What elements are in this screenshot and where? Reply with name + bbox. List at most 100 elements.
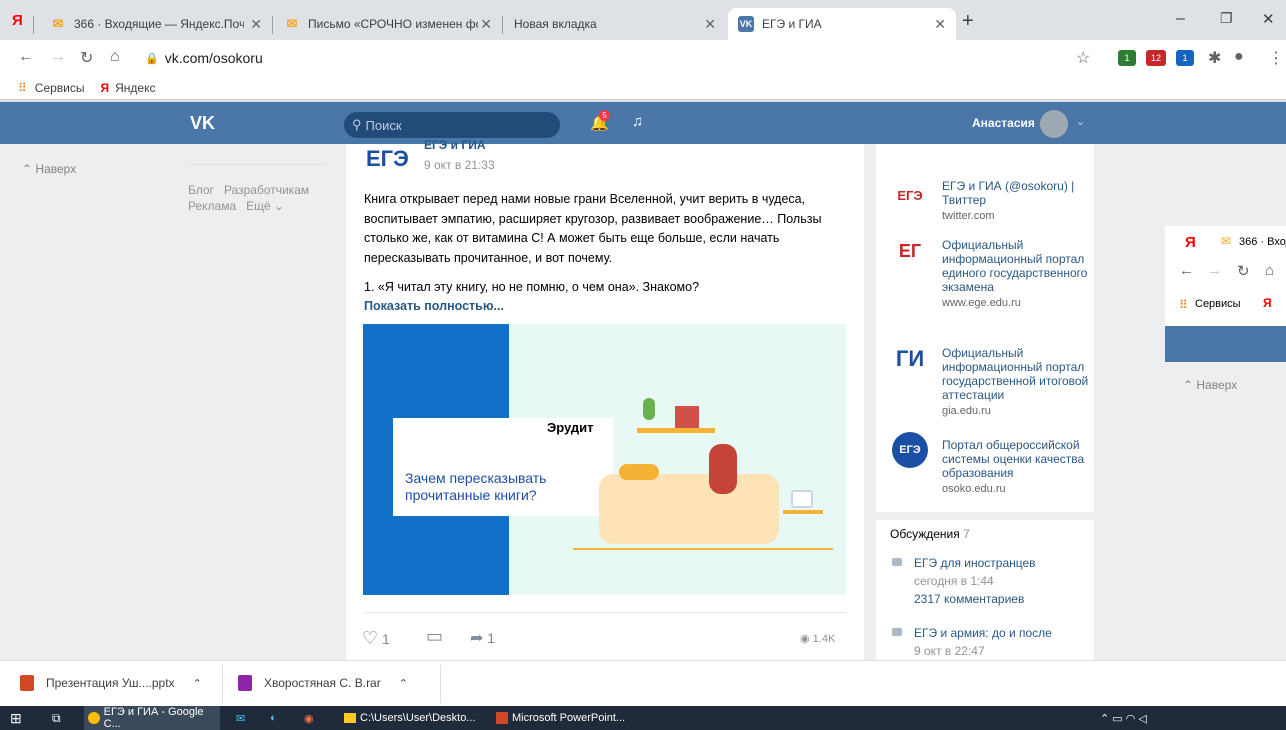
post-author[interactable]: ЕГЭ и ГИА	[424, 138, 485, 152]
firefox-icon[interactable]: ◉	[304, 706, 314, 730]
tab-yandex-mail[interactable]: ✉ 366 · Входящие — Яндекс.Почта ✕	[40, 8, 272, 40]
mail-icon: ✉	[52, 16, 64, 31]
notif-badge: 5	[599, 110, 610, 121]
link-twitter[interactable]: ЕГЭ и ГИА (@osokoru) | Твиттер twitter.c…	[942, 179, 1092, 223]
close-window-button[interactable]: ✕	[1262, 10, 1275, 28]
user-name[interactable]: Анастасия	[972, 116, 1035, 130]
edge-icon[interactable]: ◐	[270, 706, 277, 730]
home-icon[interactable]: ⌂	[110, 48, 120, 66]
second-browser-window[interactable]: Я ✉ 366 · Вход ← → ↻ ⌂ ⠿ Сервисы Я ⌃ Нав…	[1165, 226, 1286, 660]
back-icon[interactable]: ←	[18, 48, 34, 66]
post-text: Книга открывает перед нами новые грани В…	[364, 192, 822, 265]
footer-link-more[interactable]: Ещё	[246, 199, 271, 213]
section-divider	[876, 512, 1094, 520]
search-input[interactable]: ⚲ Поиск	[344, 112, 560, 138]
illustration-cup	[791, 490, 813, 508]
wall-post: ЕГЭ ЕГЭ и ГИА 9 окт в 21:33 Книга открыв…	[346, 138, 864, 660]
link-ege[interactable]: Официальный информационный портал единог…	[942, 238, 1092, 310]
taskbar-chrome[interactable]: ЕГЭ и ГИА - Google C...	[84, 706, 220, 730]
footer-link-blog[interactable]: Блог	[188, 183, 214, 197]
task-view-icon[interactable]: ⧉	[52, 706, 61, 730]
bookmark-yandex[interactable]: Яндекс	[115, 81, 155, 95]
minimize-button[interactable]: –	[1176, 10, 1185, 28]
illustration-table	[783, 510, 823, 514]
image-brand: Эрудит	[547, 420, 594, 435]
tab-new-tab[interactable]: Новая вкладка ✕	[504, 8, 726, 40]
taskbar-explorer[interactable]: C:\Users\User\Deskto...	[340, 706, 486, 730]
footer-link-dev[interactable]: Разработчикам	[224, 183, 309, 197]
link-osoko[interactable]: Портал общероссийской системы оценки кач…	[942, 438, 1092, 496]
reload-icon[interactable]: ↻	[80, 48, 93, 68]
taskbar-powerpoint[interactable]: Microsoft PowerPoint...	[492, 706, 628, 730]
comment-button[interactable]: ▭	[426, 626, 443, 647]
link-gia[interactable]: Официальный информационный портал госуда…	[942, 346, 1092, 418]
illustration-sofa	[599, 474, 779, 544]
menu-icon[interactable]: ⋮	[1268, 48, 1284, 68]
download-item[interactable]: Презентация Уш....pptx ⌃	[20, 675, 202, 691]
mail-app-icon[interactable]: ✉	[236, 706, 245, 730]
maximize-button[interactable]: ❐	[1220, 10, 1233, 27]
tab-label: ЕГЭ и ГИА	[762, 17, 822, 31]
bookmark-services[interactable]: Сервисы	[35, 81, 85, 95]
vk-logo[interactable]: VK	[190, 113, 215, 134]
chevron-up-icon[interactable]: ⌃	[399, 677, 408, 690]
yandex-logo-icon[interactable]: Я	[12, 12, 23, 29]
like-button[interactable]: ♡ 1	[362, 628, 390, 649]
footer-link-ads[interactable]: Реклама	[188, 199, 236, 213]
links-column: ЕГЭ ЕГЭ и ГИА (@osokoru) | Твиттер twitt…	[876, 144, 1094, 660]
extension-icon[interactable]: 12	[1146, 50, 1166, 66]
avatar[interactable]	[1040, 110, 1068, 138]
share-button[interactable]: ➦ 1	[470, 628, 495, 648]
apps-icon: ⠿	[1179, 298, 1188, 312]
discussion-item[interactable]: ЕГЭ и армия: до и после 9 окт в 22:47	[914, 624, 1052, 660]
profile-icon[interactable]: ●	[1234, 48, 1244, 66]
new-tab-button[interactable]: +	[962, 10, 974, 33]
home-icon[interactable]: ⌂	[1265, 262, 1274, 279]
forward-icon[interactable]: →	[1207, 262, 1222, 279]
illustration-books	[675, 406, 699, 428]
rar-file-icon	[238, 675, 252, 691]
back-to-top[interactable]: ⌃ Наверх	[22, 162, 76, 176]
eye-icon: ◉	[800, 633, 810, 645]
tab-letter[interactable]: ✉ Письмо «СРОЧНО изменен фор ✕	[274, 8, 502, 40]
second-vk-header	[1165, 326, 1286, 362]
windows-icon: ⊞	[10, 709, 22, 726]
tab-vk[interactable]: VK ЕГЭ и ГИА ✕	[728, 8, 956, 40]
star-icon[interactable]: ☆	[1076, 48, 1090, 68]
image-caption: Зачем пересказывать прочитанные книги?	[405, 470, 547, 503]
close-icon[interactable]: ✕	[934, 16, 946, 33]
second-back-to-top[interactable]: ⌃ Наверх	[1183, 378, 1237, 392]
post-image[interactable]: Эрудит Зачем пересказывать прочитанные к…	[363, 324, 846, 595]
chevron-up-icon[interactable]: ⌃	[193, 677, 202, 690]
close-icon[interactable]: ✕	[704, 16, 716, 33]
show-more-link[interactable]: Показать полностью...	[364, 299, 504, 313]
link-logo: ЕГЭ	[892, 432, 928, 468]
back-icon[interactable]: ←	[1179, 262, 1194, 279]
chevron-down-icon[interactable]: ⌄	[1076, 115, 1085, 128]
close-icon[interactable]: ✕	[480, 16, 492, 33]
extension-icon[interactable]: 1	[1118, 50, 1136, 66]
start-button[interactable]: ⊞	[10, 706, 22, 730]
post-avatar[interactable]: ЕГЭ	[366, 146, 409, 172]
second-bookmark[interactable]: Сервисы	[1195, 298, 1241, 310]
tray-icons[interactable]: ⌃ ▭ ◠ ◁	[1100, 706, 1147, 730]
chrome-icon	[88, 712, 100, 724]
discussion-icon	[892, 628, 902, 636]
extension-icon[interactable]: 1	[1176, 50, 1194, 66]
discussion-item[interactable]: ЕГЭ для иностранцев сегодня в 1:44 2317 …	[914, 554, 1036, 608]
second-tab-label[interactable]: 366 · Вход	[1239, 236, 1286, 248]
share-icon: ➦	[470, 630, 484, 647]
url-text: vk.com/osokoru	[164, 50, 263, 66]
discussions-header[interactable]: Обсуждения 7	[890, 527, 970, 541]
close-icon[interactable]: ✕	[250, 16, 262, 33]
download-item[interactable]: Хворостяная С. В.rar ⌃	[238, 675, 408, 691]
reload-icon[interactable]: ↻	[1237, 262, 1250, 280]
footer-links: Блог Разработчикам Реклама Ещё ⌄	[188, 183, 310, 213]
address-bar[interactable]: 🔒 vk.com/osokoru	[145, 45, 1105, 71]
forward-icon[interactable]: →	[50, 48, 66, 66]
link-logo: ГИ	[895, 346, 925, 371]
illustration-cat	[619, 464, 659, 480]
music-icon[interactable]: ♫	[632, 113, 643, 130]
puzzle-icon[interactable]: ✱	[1208, 48, 1221, 68]
post-date[interactable]: 9 окт в 21:33	[424, 158, 495, 172]
